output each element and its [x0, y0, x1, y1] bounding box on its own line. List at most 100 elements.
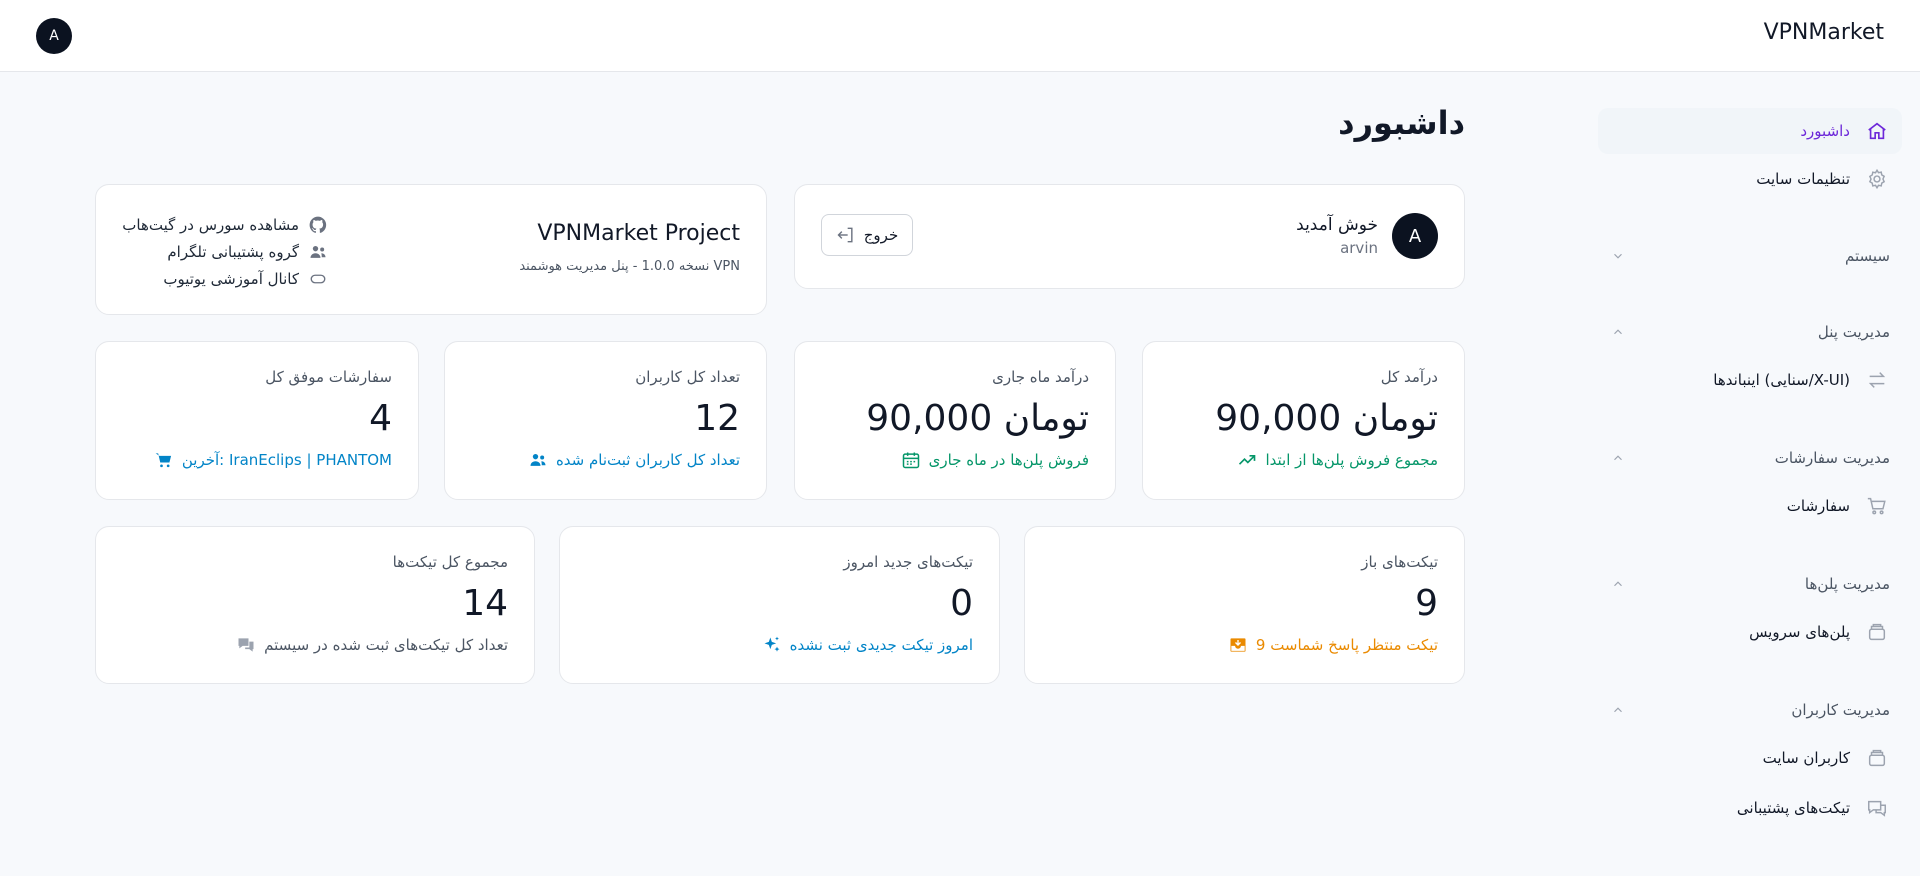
stat-description-text: مجموع فروش پلن‌ها از ابتدا — [1265, 451, 1438, 469]
youtube-icon — [307, 270, 329, 288]
stat-description-text: تعداد کل کاربران ثبت‌نام شده — [555, 451, 740, 469]
chevron-up-icon — [1610, 324, 1626, 340]
users-icon — [307, 242, 329, 262]
link-label: مشاهده سورس در گیت‌هاب — [122, 215, 299, 234]
stat-label: تیکت‌های باز — [1361, 553, 1438, 571]
chevron-up-icon — [1610, 576, 1626, 592]
stat-description-text: فروش پلن‌ها در ماه جاری — [928, 451, 1089, 469]
stat-label: درآمد کل — [1380, 368, 1438, 386]
stat-value: 12 — [694, 398, 740, 439]
stat-value: 90,000 تومان — [1215, 398, 1438, 439]
sidebar-group-label: مدیریت پنل — [1817, 323, 1890, 341]
top-bar: VPNMarket A — [0, 0, 1920, 72]
github-link[interactable]: مشاهده سورس در گیت‌هاب — [119, 211, 329, 238]
home-icon — [1864, 118, 1890, 144]
stat-value: 14 — [462, 583, 508, 624]
sidebar-item-label: تنظیمات سایت — [1756, 170, 1850, 188]
sidebar-group-label: مدیریت پلن‌ها — [1804, 575, 1890, 593]
box-icon — [1864, 619, 1890, 645]
stat-description-text: 9 تیکت منتظر پاسخ شماست — [1255, 636, 1438, 654]
arrows-swap-icon — [1864, 367, 1890, 393]
ticket-card-open: تیکت‌های باز 9 9 تیکت منتظر پاسخ شماست — [1024, 526, 1465, 684]
gear-icon — [1864, 166, 1890, 192]
users-icon — [528, 450, 548, 470]
stat-value: 4 — [369, 398, 392, 439]
sidebar-group-users-management[interactable]: مدیریت کاربران — [1598, 695, 1902, 725]
ticket-card-new-today: تیکت‌های جدید امروز 0 امروز تیکت جدیدی ث… — [559, 526, 1000, 684]
page-title: داشبورد — [1338, 104, 1465, 142]
box-icon — [1864, 745, 1890, 771]
stat-label: درآمد ماه جاری — [992, 368, 1089, 386]
chevron-up-icon — [1610, 702, 1626, 718]
inbox-icon — [1228, 635, 1248, 655]
stat-description: فروش پلن‌ها در ماه جاری — [901, 450, 1089, 470]
youtube-link[interactable]: کانال آموزشی یوتیوب — [119, 265, 329, 292]
telegram-link[interactable]: گروه پشتیبانی تلگرام — [119, 238, 329, 265]
sidebar-item-label: داشبورد — [1800, 122, 1850, 140]
sidebar-group-label: مدیریت کاربران — [1791, 701, 1890, 719]
stat-description: مجموع فروش پلن‌ها از ابتدا — [1237, 450, 1438, 470]
logout-label: خروج — [863, 226, 899, 244]
sidebar-group-system[interactable]: سیستم — [1598, 241, 1902, 271]
sidebar-group-plans-management[interactable]: مدیریت پلن‌ها — [1598, 569, 1902, 599]
sidebar-item-site-users[interactable]: کاربران سایت — [1598, 735, 1902, 781]
stat-card-successful-orders: سفارشات موفق کل 4 آخرین: IranEclips | PH… — [95, 341, 419, 500]
stat-value: 9 — [1415, 583, 1438, 624]
stat-value: 0 — [950, 583, 973, 624]
link-label: کانال آموزشی یوتیوب — [163, 269, 299, 288]
brand-name[interactable]: VPNMarket — [1764, 20, 1884, 45]
stat-card-total-users: تعداد کل کاربران 12 تعداد کل کاربران ثبت… — [444, 341, 767, 500]
stat-description-text: تعداد کل تیکت‌های ثبت شده در سیستم — [264, 636, 508, 654]
stat-label: سفارشات موفق کل — [265, 368, 392, 386]
stat-label: مجموع کل تیکت‌ها — [392, 553, 508, 571]
project-card: VPNMarket Project نسخه 1.0.0 - پنل مدیری… — [95, 184, 767, 315]
cart-icon — [1864, 493, 1890, 519]
stat-description: تعداد کل کاربران ثبت‌نام شده — [528, 450, 740, 470]
stat-description-text: آخرین: IranEclips | PHANTOM — [181, 451, 392, 469]
stat-value: 90,000 تومان — [866, 398, 1089, 439]
calendar-icon — [901, 450, 921, 470]
sidebar-item-label: کاربران سایت — [1762, 749, 1850, 767]
sidebar-item-service-plans[interactable]: پلن‌های سرویس — [1598, 609, 1902, 655]
stat-description-text: امروز تیکت جدیدی ثبت نشده — [789, 636, 973, 654]
chevron-up-icon — [1610, 450, 1626, 466]
project-links: مشاهده سورس در گیت‌هاب گروه پشتیبانی تلگ… — [119, 211, 329, 292]
cart-icon — [154, 450, 174, 470]
sidebar-item-support-tickets[interactable]: تیکت‌های پشتیبانی — [1598, 785, 1902, 831]
sidebar-group-label: مدیریت سفارشات — [1774, 449, 1890, 467]
stat-label: تیکت‌های جدید امروز — [843, 553, 973, 571]
chat-icon — [236, 635, 256, 655]
stat-description: امروز تیکت جدیدی ثبت نشده — [762, 635, 973, 655]
logout-button[interactable]: خروج — [821, 214, 913, 256]
stat-card-monthly-revenue: درآمد ماه جاری 90,000 تومان فروش پلن‌ها … — [794, 341, 1116, 500]
stat-card-total-revenue: درآمد کل 90,000 تومان مجموع فروش پلن‌ها … — [1142, 341, 1465, 500]
sidebar-item-label: سفارشات — [1786, 497, 1850, 515]
stat-description: 9 تیکت منتظر پاسخ شماست — [1228, 635, 1438, 655]
sidebar-group-label: سیستم — [1845, 247, 1890, 265]
stat-description: تعداد کل تیکت‌های ثبت شده در سیستم — [236, 635, 508, 655]
chat-icon — [1864, 795, 1890, 821]
sidebar-item-orders[interactable]: سفارشات — [1598, 483, 1902, 529]
chevron-down-icon — [1610, 248, 1626, 264]
sidebar-group-orders-management[interactable]: مدیریت سفارشات — [1598, 443, 1902, 473]
sidebar-item-label: اینباندها (سنایی/X-UI) — [1713, 371, 1850, 389]
sidebar-item-label: پلن‌های سرویس — [1749, 623, 1850, 641]
sidebar-item-label: تیکت‌های پشتیبانی — [1736, 799, 1850, 817]
sidebar-item-inbounds[interactable]: اینباندها (سنایی/X-UI) — [1598, 357, 1902, 403]
sparkles-icon — [762, 635, 782, 655]
project-subtitle: نسخه 1.0.0 - پنل مدیریت هوشمند VPN — [519, 259, 740, 274]
github-icon — [307, 215, 329, 235]
welcome-title: خوش آمدید — [1296, 215, 1378, 235]
link-label: گروه پشتیبانی تلگرام — [167, 242, 299, 261]
sidebar-item-site-settings[interactable]: تنظیمات سایت — [1598, 156, 1902, 202]
trend-up-icon — [1237, 450, 1257, 470]
welcome-card: A خوش آمدید arvin خروج — [794, 184, 1465, 289]
project-title: VPNMarket Project — [537, 221, 740, 246]
username: arvin — [1340, 239, 1378, 257]
sidebar-item-dashboard[interactable]: داشبورد — [1598, 108, 1902, 154]
ticket-card-total: مجموع کل تیکت‌ها 14 تعداد کل تیکت‌های ثب… — [95, 526, 535, 684]
sidebar-group-panel-management[interactable]: مدیریت پنل — [1598, 317, 1902, 347]
stat-label: تعداد کل کاربران — [635, 368, 740, 386]
avatar: A — [1392, 213, 1438, 259]
user-avatar[interactable]: A — [36, 18, 72, 54]
